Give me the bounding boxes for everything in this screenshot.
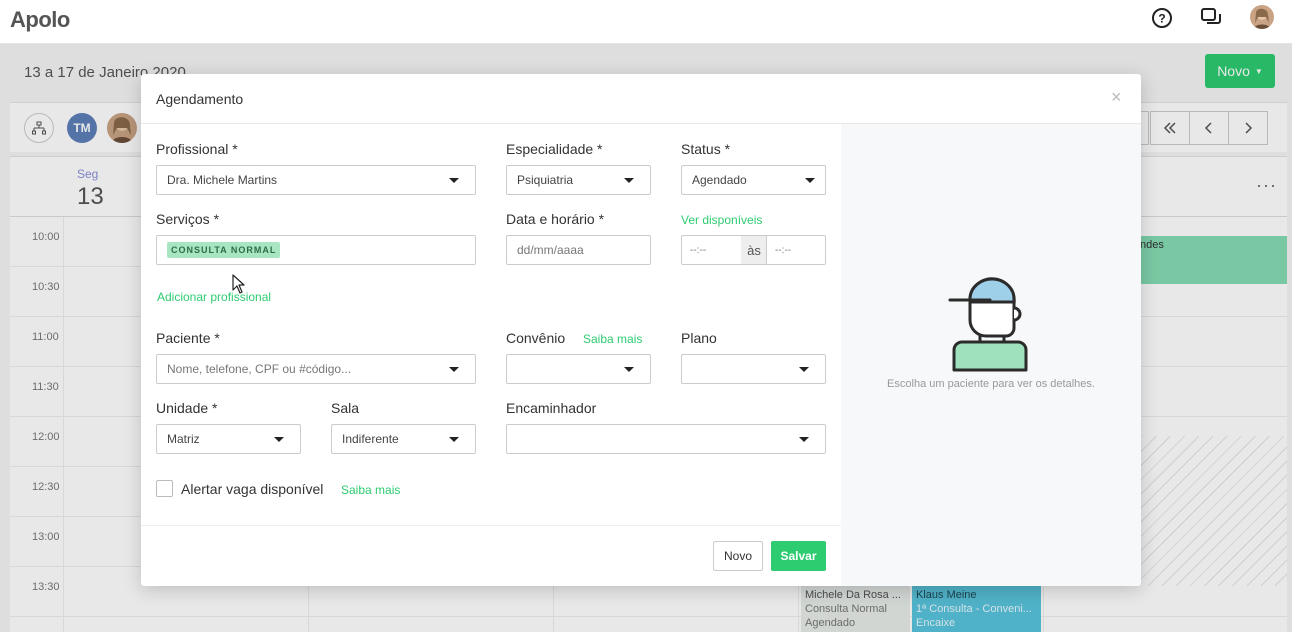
insurance-label: Convênio [506,330,566,346]
service-tag[interactable]: CONSULTA NORMAL [167,242,281,258]
date-input[interactable]: dd/mm/aaaa [506,235,651,265]
modal-header: Agendamento × [141,74,1141,124]
plan-select[interactable] [681,354,826,384]
status-select[interactable]: Agendado [681,165,826,195]
modal-title: Agendamento [156,91,244,107]
end-time-input[interactable]: --:-- [766,235,826,265]
services-label: Serviços * [156,211,220,227]
status-label: Status * [681,141,731,157]
caret-down-icon [624,367,634,372]
alert-vacancy-label[interactable]: Alertar vaga disponível [181,481,323,497]
caret-down-icon [799,367,809,372]
user-avatar[interactable] [1250,5,1274,29]
caret-down-icon [274,437,284,442]
app-logo[interactable]: Apolo [10,7,70,33]
caret-down-icon [805,178,815,183]
patient-placeholder-icon [946,276,1036,377]
referrer-select[interactable] [506,424,826,454]
close-icon[interactable]: × [1111,87,1122,108]
top-bar: Apolo ? [0,0,1292,44]
unit-value: Matriz [167,432,200,446]
new-button[interactable]: Novo [713,541,763,571]
time-separator: às [741,235,767,265]
services-input[interactable]: CONSULTA NORMAL [156,235,476,265]
caret-down-icon [449,178,459,183]
date-placeholder: dd/mm/aaaa [517,243,584,257]
appointment-modal: Agendamento × Profissional * Dra. Michel… [141,74,1141,586]
room-value: Indiferente [342,432,399,446]
patient-details-panel: Escolha um paciente para ver os detalhes… [841,124,1141,586]
see-available-link[interactable]: Ver disponíveis [681,213,762,227]
patient-placeholder: Nome, telefone, CPF ou #código... [167,362,352,376]
plan-label: Plano [681,330,717,346]
caret-down-icon [799,437,809,442]
patient-details-hint: Escolha um paciente para ver os detalhes… [887,378,1095,390]
date-time-label: Data e horário * [506,211,605,227]
help-icon[interactable]: ? [1150,6,1174,30]
status-value: Agendado [692,173,747,187]
unit-select[interactable]: Matriz [156,424,301,454]
footer-divider [141,525,841,526]
save-button[interactable]: Salvar [771,541,826,571]
specialty-value: Psiquiatria [517,173,574,187]
caret-down-icon [449,367,459,372]
referrer-label: Encaminhador [506,400,597,416]
alert-vacancy-checkbox[interactable] [156,480,173,497]
specialty-label: Especialidade * [506,141,603,157]
insurance-learn-more-link[interactable]: Saiba mais [583,332,642,346]
patient-select[interactable]: Nome, telefone, CPF ou #código... [156,354,476,384]
add-professional-link[interactable]: Adicionar profissional [157,290,271,304]
caret-down-icon [624,178,634,183]
professional-label: Profissional * [156,141,238,157]
start-time-input[interactable]: --:-- [681,235,742,265]
chat-icon[interactable] [1199,6,1223,30]
room-label: Sala [331,400,360,416]
patient-label: Paciente * [156,330,220,346]
insurance-select[interactable] [506,354,651,384]
unit-label: Unidade * [156,400,218,416]
professional-value: Dra. Michele Martins [167,173,278,187]
mouse-cursor-icon [232,274,246,299]
svg-text:?: ? [1158,12,1165,26]
caret-down-icon [449,437,459,442]
professional-select[interactable]: Dra. Michele Martins [156,165,476,195]
alert-learn-more-link[interactable]: Saiba mais [341,483,400,497]
specialty-select[interactable]: Psiquiatria [506,165,651,195]
room-select[interactable]: Indiferente [331,424,476,454]
